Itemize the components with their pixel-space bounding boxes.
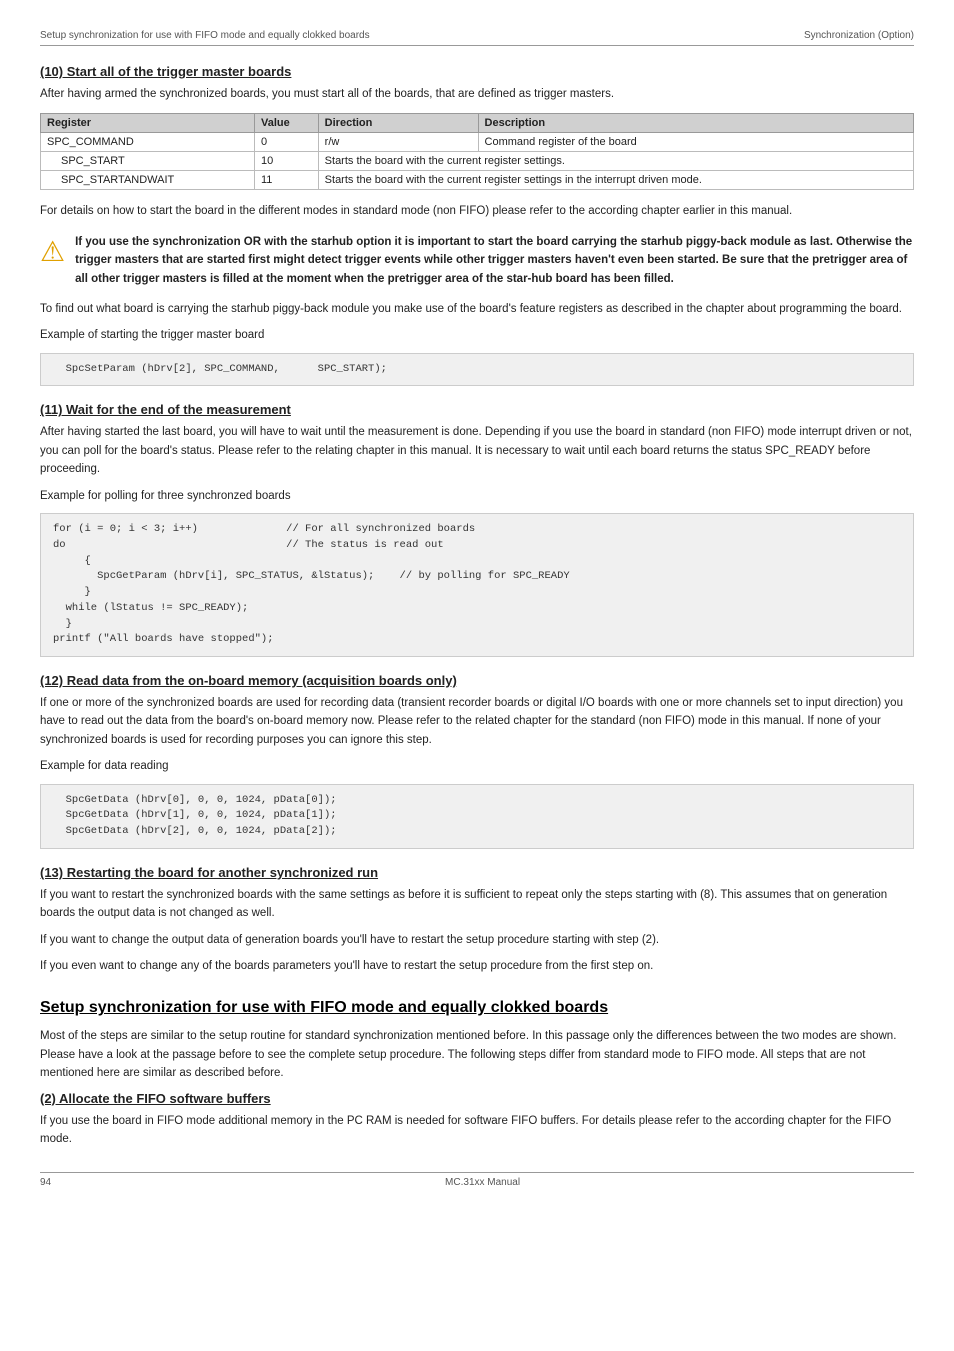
section-13-para2: If you want to change the output data of… [40, 931, 914, 949]
page-footer: 94 MC.31xx Manual [40, 1172, 914, 1188]
register-table: Register Value Direction Description SPC… [40, 113, 914, 190]
section-10-intro: After having armed the synchronized boar… [40, 85, 914, 103]
section-11-para1: After having started the last board, you… [40, 423, 914, 478]
col-direction: Direction [318, 114, 478, 133]
section-12-example-label: Example for data reading [40, 757, 914, 775]
section-13: (13) Restarting the board for another sy… [40, 865, 914, 976]
header-left: Setup synchronization for use with FIFO … [40, 30, 370, 41]
fifo-section-2-para1: If you use the board in FIFO mode additi… [40, 1112, 914, 1149]
col-description: Description [478, 114, 913, 133]
warning-text: If you use the synchronization OR with t… [75, 233, 914, 288]
footer-center: MC.31xx Manual [445, 1177, 520, 1188]
code-block-10: SpcSetParam (hDrv[2], SPC_COMMAND, SPC_S… [40, 353, 914, 387]
section-12: (12) Read data from the on-board memory … [40, 673, 914, 849]
table-row: SPC_COMMAND 0 r/w Command register of th… [41, 133, 914, 152]
col-value: Value [254, 114, 318, 133]
section-10-example-label: Example of starting the trigger master b… [40, 326, 914, 344]
section-10-para1: For details on how to start the board in… [40, 202, 914, 220]
col-register: Register [41, 114, 255, 133]
section-13-heading: (13) Restarting the board for another sy… [40, 865, 914, 880]
code-block-11: for (i = 0; i < 3; i++) // For all synch… [40, 513, 914, 657]
fifo-section-2-heading: (2) Allocate the FIFO software buffers [40, 1091, 914, 1106]
section-11-example-label: Example for polling for three synchronze… [40, 487, 914, 505]
section-12-heading: (12) Read data from the on-board memory … [40, 673, 914, 688]
section-10-heading: (10) Start all of the trigger master boa… [40, 64, 914, 79]
fifo-section-2: (2) Allocate the FIFO software buffers I… [40, 1091, 914, 1149]
fifo-section-heading: Setup synchronization for use with FIFO … [40, 999, 914, 1017]
section-12-para1: If one or more of the synchronized board… [40, 694, 914, 749]
section-13-para1: If you want to restart the synchronized … [40, 886, 914, 923]
table-row: SPC_STARTANDWAIT 11 Starts the board wit… [41, 171, 914, 190]
code-block-12: SpcGetData (hDrv[0], 0, 0, 1024, pData[0… [40, 784, 914, 849]
warning-box: ⚠ If you use the synchronization OR with… [40, 233, 914, 288]
section-13-para3: If you even want to change any of the bo… [40, 957, 914, 975]
section-11-heading: (11) Wait for the end of the measurement [40, 402, 914, 417]
warning-icon: ⚠ [40, 235, 65, 268]
table-row: SPC_START 10 Starts the board with the c… [41, 152, 914, 171]
section-11: (11) Wait for the end of the measurement… [40, 402, 914, 657]
section-fifo: Setup synchronization for use with FIFO … [40, 999, 914, 1148]
header-right: Synchronization (Option) [804, 30, 914, 41]
page-header: Setup synchronization for use with FIFO … [40, 30, 914, 46]
section-10: (10) Start all of the trigger master boa… [40, 64, 914, 386]
footer-page-number: 94 [40, 1177, 51, 1188]
section-10-para2: To find out what board is carrying the s… [40, 300, 914, 318]
fifo-section-para1: Most of the steps are similar to the set… [40, 1027, 914, 1082]
